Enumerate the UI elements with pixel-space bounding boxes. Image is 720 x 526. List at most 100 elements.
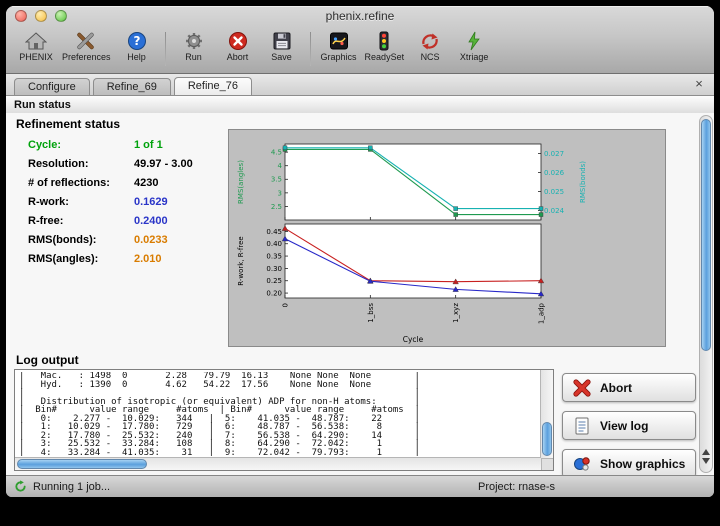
scroll-up-icon[interactable] (702, 449, 710, 455)
toolbar-item-label: Preferences (62, 52, 111, 62)
toolbar-item-xtriage[interactable]: Xtriage (452, 29, 496, 62)
traffic-light-icon (365, 29, 405, 52)
action-buttons: Abort View log Show graphics (562, 373, 696, 487)
toolbar-item-abort[interactable]: Abort (216, 29, 260, 62)
stat-value: 0.1629 (134, 196, 168, 208)
tab-configure[interactable]: Configure (14, 78, 90, 95)
toolbar-item-save[interactable]: Save (260, 29, 304, 62)
log-vertical-scrollbar[interactable] (540, 370, 553, 458)
stat-value: 4230 (134, 177, 158, 189)
view-log-button-label: View log (600, 419, 648, 433)
svg-text:Cycle: Cycle (403, 335, 424, 344)
stat-label: R-free: (28, 215, 134, 227)
log-output-box[interactable]: | Mac. : 1498 0 2.28 79.79 16.13 None No… (14, 369, 554, 471)
toolbar-item-label: ReadySet (365, 52, 405, 62)
stat-row-resolution: Resolution:49.97 - 3.00 (28, 158, 193, 177)
svg-text:4.5: 4.5 (271, 149, 282, 157)
stat-label: Resolution: (28, 158, 134, 170)
svg-text:3: 3 (278, 189, 282, 197)
gear-icon (176, 29, 212, 52)
toolbar-item-label: Save (264, 52, 300, 62)
stat-row-r-work: R-work:0.1629 (28, 196, 193, 215)
main-vertical-scrollbar[interactable] (699, 115, 713, 473)
log-document-icon (571, 417, 593, 435)
svg-text:0.20: 0.20 (266, 289, 282, 297)
stat-label: R-work: (28, 196, 134, 208)
status-bar: Running 1 job... Project: rnase-s (6, 475, 714, 497)
window-title: phenix.refine (6, 6, 714, 27)
log-horizontal-scroll-thumb[interactable] (17, 459, 147, 469)
abort-circle-icon (220, 29, 256, 52)
toolbar-item-help[interactable]: ? Help (115, 29, 159, 62)
stat-row-r-free: R-free:0.2400 (28, 215, 193, 234)
abort-x-icon (571, 379, 593, 397)
abort-button[interactable]: Abort (562, 373, 696, 402)
toolbar-item-run[interactable]: Run (172, 29, 216, 62)
xtriage-bolt-icon (456, 29, 492, 52)
svg-text:1_xyz: 1_xyz (452, 303, 460, 323)
titlebar[interactable]: phenix.refine (6, 6, 714, 27)
toolbar-item-readyset[interactable]: ReadySet (361, 29, 409, 62)
help-icon: ? (119, 29, 155, 52)
toolbar-separator (310, 32, 311, 66)
stat-label: RMS(angles): (28, 253, 134, 265)
svg-text:1_adp: 1_adp (538, 302, 546, 324)
stat-label: RMS(bonds): (28, 234, 134, 246)
stat-value: 0.2400 (134, 215, 168, 227)
svg-text:0.027: 0.027 (544, 150, 564, 158)
toolbar-item-label: Run (176, 52, 212, 62)
show-graphics-button-label: Show graphics (600, 457, 685, 471)
stat-value: 49.97 - 3.00 (134, 158, 193, 170)
toolbar-item-ncs[interactable]: NCS (408, 29, 452, 62)
tab-bar: Configure Refine_69 Refine_76 × (6, 74, 714, 96)
main-scroll-thumb[interactable] (701, 119, 711, 351)
toolbar-item-preferences[interactable]: Preferences (58, 29, 115, 62)
refinement-chart-svg: 2.533.544.50.0240.0250.0260.027RMS(angle… (229, 130, 665, 346)
svg-text:0: 0 (282, 303, 290, 307)
log-horizontal-scrollbar[interactable] (15, 457, 541, 470)
toolbar-item-label: Xtriage (456, 52, 492, 62)
window-controls (15, 10, 67, 22)
minimize-window-button[interactable] (35, 10, 47, 22)
stat-row-cycle: Cycle:1 of 1 (28, 139, 193, 158)
close-window-button[interactable] (15, 10, 27, 22)
toolbar-item-graphics[interactable]: Graphics (317, 29, 361, 62)
svg-text:0.024: 0.024 (544, 207, 565, 215)
svg-text:0.25: 0.25 (266, 277, 282, 285)
toolbar-item-label: Abort (220, 52, 256, 62)
toolbar-item-label: Help (119, 52, 155, 62)
log-scroll-corner (541, 458, 553, 470)
toolbar-item-label: PHENIX (18, 52, 54, 62)
toolbar-item-label: Graphics (321, 52, 357, 62)
window-chrome: phenix.refine PHENIX Preferences ? Help (6, 6, 714, 74)
view-log-button[interactable]: View log (562, 411, 696, 440)
svg-text:RMS(angles): RMS(angles) (237, 160, 245, 204)
tools-icon (62, 29, 111, 52)
progress-spinner-icon (14, 480, 27, 493)
zoom-window-button[interactable] (55, 10, 67, 22)
tab-refine-69[interactable]: Refine_69 (93, 78, 171, 95)
scroll-down-icon[interactable] (702, 458, 710, 464)
toolbar-separator (165, 32, 166, 66)
show-graphics-button[interactable]: Show graphics (562, 449, 696, 478)
svg-text:?: ? (133, 34, 140, 48)
svg-text:2.5: 2.5 (271, 203, 282, 211)
log-text: | Mac. : 1498 0 2.28 79.79 16.13 None No… (19, 372, 539, 456)
scroll-arrow-buttons[interactable] (700, 446, 712, 470)
tab-refine-76[interactable]: Refine_76 (174, 77, 252, 95)
stat-value: 0.0233 (134, 234, 168, 246)
toolbar: PHENIX Preferences ? Help Run (6, 27, 714, 73)
svg-text:0.35: 0.35 (266, 252, 282, 260)
ncs-cycle-icon (412, 29, 448, 52)
log-vertical-scroll-thumb[interactable] (542, 422, 552, 456)
close-tab-icon[interactable]: × (692, 76, 706, 91)
svg-text:0.30: 0.30 (266, 265, 282, 273)
toolbar-item-label: NCS (412, 52, 448, 62)
home-icon (18, 29, 54, 52)
stat-value: 2.010 (134, 253, 162, 265)
stat-value: 1 of 1 (134, 139, 163, 151)
svg-text:4: 4 (278, 162, 283, 170)
toolbar-item-phenix[interactable]: PHENIX (14, 29, 58, 62)
svg-text:R-work, R-free: R-work, R-free (237, 236, 245, 285)
refinement-stats: Cycle:1 of 1 Resolution:49.97 - 3.00 # o… (28, 139, 193, 272)
